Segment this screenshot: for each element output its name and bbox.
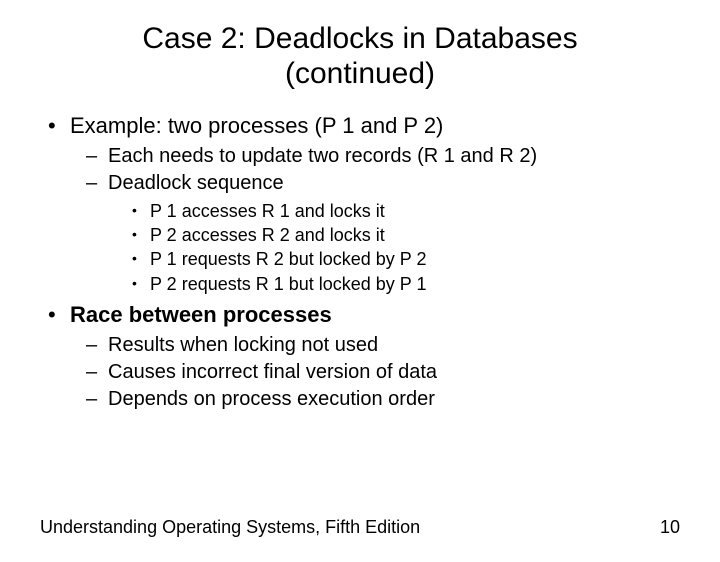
slide-title: Case 2: Deadlocks in Databases (continue… xyxy=(0,22,720,91)
bullet-2: Race between processes Results when lock… xyxy=(40,300,680,413)
bullet-1-sub-2: Deadlock sequence P 1 accesses R 1 and l… xyxy=(86,170,680,296)
deadlock-step-2: P 2 accesses R 2 and locks it xyxy=(132,223,680,247)
deadlock-step-4: P 2 requests R 1 but locked by P 1 xyxy=(132,272,680,296)
footer: Understanding Operating Systems, Fifth E… xyxy=(40,517,680,538)
footer-source: Understanding Operating Systems, Fifth E… xyxy=(40,517,420,538)
bullet-2-text: Race between processes xyxy=(70,302,332,327)
title-line-1: Case 2: Deadlocks in Databases xyxy=(142,22,577,55)
slide: Case 2: Deadlocks in Databases (continue… xyxy=(0,22,720,562)
bullet-2-sub-2: Causes incorrect final version of data xyxy=(86,359,680,386)
bullet-1-sub-1: Each needs to update two records (R 1 an… xyxy=(86,143,680,170)
bullet-1-sub-2-text: Deadlock sequence xyxy=(108,172,284,194)
slide-body: Example: two processes (P 1 and P 2) Eac… xyxy=(0,111,720,413)
page-number: 10 xyxy=(660,517,680,538)
bullet-2-sub-1: Results when locking not used xyxy=(86,332,680,359)
bullet-1-text: Example: two processes (P 1 and P 2) xyxy=(70,113,443,138)
bullet-2-sublist: Results when locking not used Causes inc… xyxy=(86,332,680,413)
title-line-2: (continued) xyxy=(285,57,435,90)
deadlock-step-3: P 1 requests R 2 but locked by P 2 xyxy=(132,247,680,271)
bullet-2-sub-3: Depends on process execution order xyxy=(86,386,680,413)
bullet-list: Example: two processes (P 1 and P 2) Eac… xyxy=(40,111,680,413)
bullet-1: Example: two processes (P 1 and P 2) Eac… xyxy=(40,111,680,296)
bullet-1-sublist: Each needs to update two records (R 1 an… xyxy=(86,143,680,296)
deadlock-step-1: P 1 accesses R 1 and locks it xyxy=(132,199,680,223)
bullet-1-sub-2-list: P 1 accesses R 1 and locks it P 2 access… xyxy=(132,199,680,296)
